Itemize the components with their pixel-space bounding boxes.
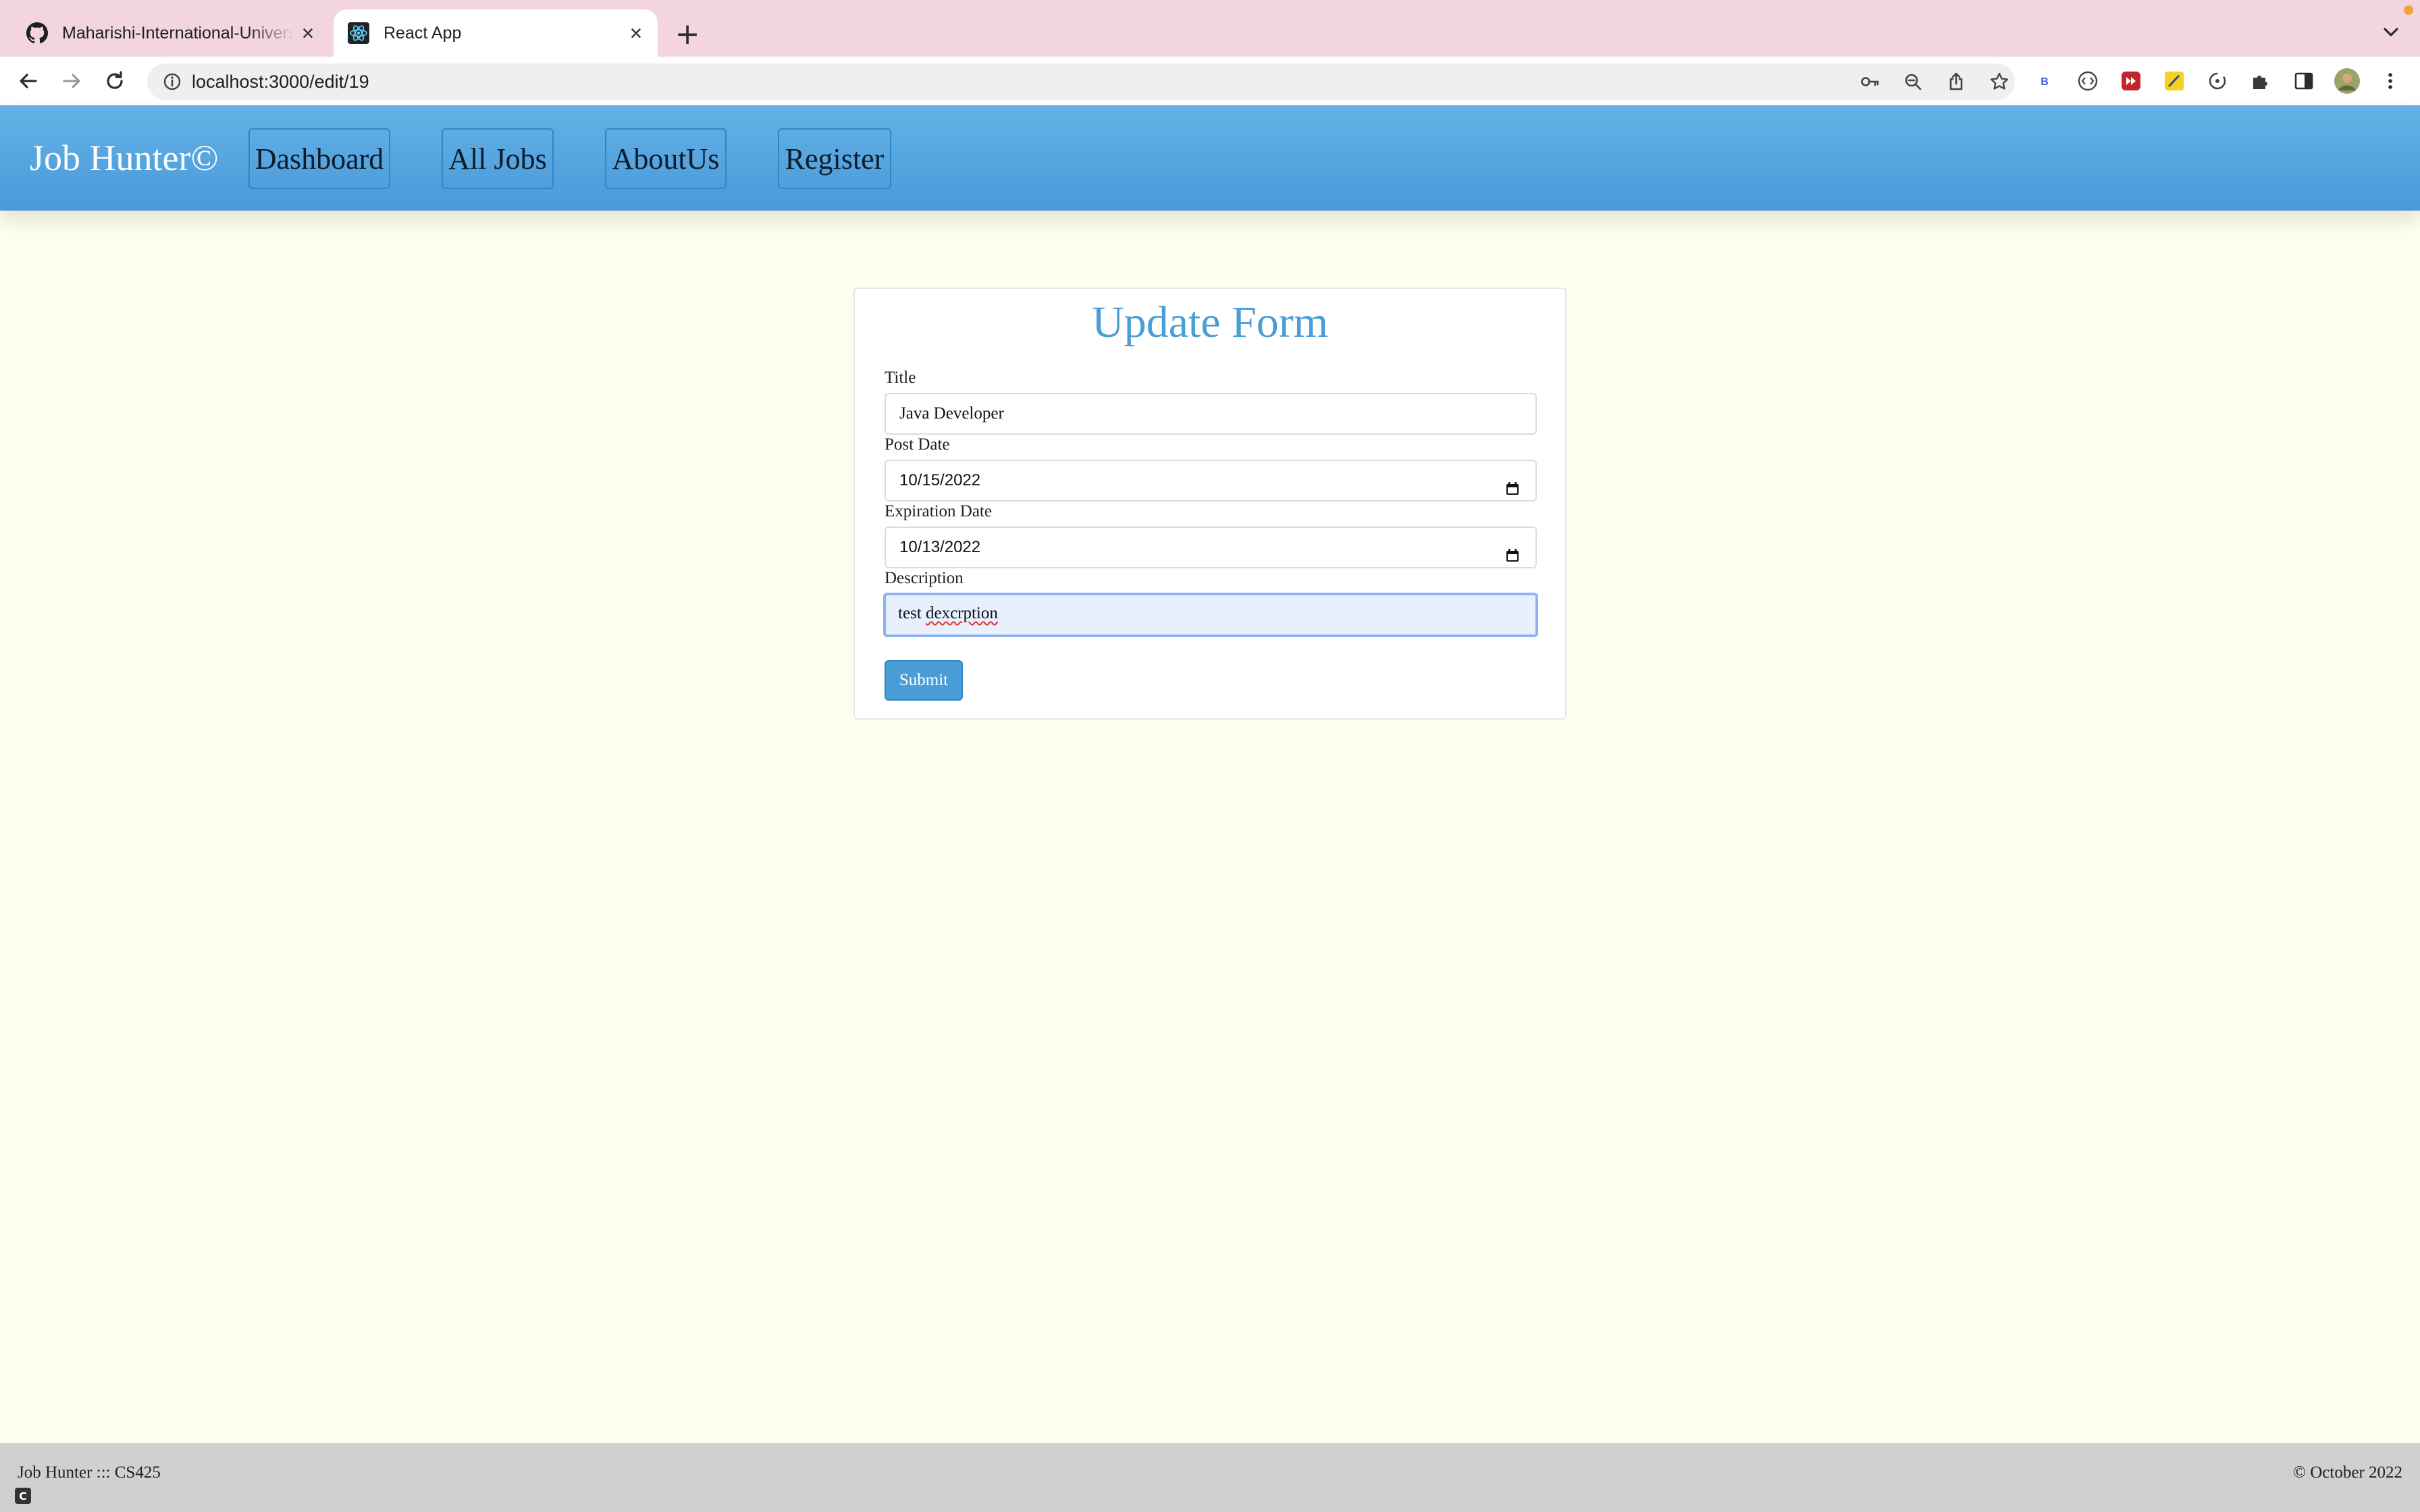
nav-register[interactable]: Register (778, 128, 891, 189)
note-icon[interactable] (2161, 68, 2188, 94)
sidepanel-icon[interactable] (2290, 68, 2317, 94)
github-icon (26, 22, 49, 45)
expiration-date-value: 10/13/2022 (899, 538, 981, 556)
page-footer: Job Hunter ::: CS425 © October 2022 C (0, 1443, 2420, 1512)
svg-text:B: B (2041, 76, 2049, 88)
reload-icon[interactable] (100, 66, 130, 96)
media-icon[interactable] (2118, 68, 2145, 94)
close-tab-icon[interactable]: × (623, 20, 650, 47)
share-icon[interactable] (1943, 69, 1969, 94)
sync-icon[interactable] (2204, 68, 2231, 94)
zoom-icon[interactable] (1900, 69, 1926, 94)
description-value: test dexcrption (898, 604, 998, 622)
puzzle-icon[interactable] (2247, 68, 2274, 94)
nav-all-jobs[interactable]: All Jobs (442, 128, 554, 189)
post-date-label: Post Date (885, 435, 950, 454)
profile-avatar[interactable] (2334, 68, 2361, 94)
post-date-value: 10/15/2022 (899, 471, 981, 489)
misspelled-word: dexcrption (925, 604, 998, 622)
tab-github[interactable]: Maharishi-International-University × (12, 9, 330, 57)
calendar-icon[interactable] (1504, 473, 1521, 495)
extension-badge-icon[interactable]: C (15, 1488, 31, 1504)
update-form-card: Update Form Title Java Developer Post Da… (853, 288, 1567, 720)
close-tab-icon[interactable]: × (294, 20, 321, 47)
react-icon (347, 22, 370, 45)
tab-react-app[interactable]: React App × (334, 9, 658, 57)
forward-icon[interactable] (57, 66, 86, 96)
brand-logo[interactable]: Job Hunter© (30, 105, 219, 211)
bitwarden-icon[interactable]: B (2031, 68, 2058, 94)
tab-title: React App (384, 23, 462, 43)
title-input[interactable]: Java Developer (885, 393, 1537, 435)
tab-search-chevron-icon[interactable] (2379, 20, 2402, 43)
update-indicator-icon (2404, 5, 2413, 15)
site-info-icon[interactable] (161, 70, 184, 93)
code-icon[interactable] (2074, 68, 2101, 94)
footer-left-text: Job Hunter ::: CS425 (18, 1463, 161, 1482)
nav-dashboard[interactable]: Dashboard (248, 128, 390, 189)
nav-about-us[interactable]: AboutUs (605, 128, 727, 189)
back-icon[interactable] (14, 66, 43, 96)
description-input[interactable]: test dexcrption (883, 593, 1538, 637)
calendar-icon[interactable] (1504, 539, 1521, 562)
title-value: Java Developer (899, 404, 1004, 423)
expiration-date-input[interactable]: 10/13/2022 (885, 526, 1537, 568)
app-navbar: Job Hunter© Dashboard All Jobs AboutUs R… (0, 105, 2420, 211)
title-label: Title (885, 369, 916, 387)
new-tab-icon[interactable]: + (673, 17, 702, 51)
address-url[interactable]: localhost:3000/edit/19 (192, 63, 369, 100)
more-menu-icon[interactable] (2377, 68, 2404, 94)
address-bar[interactable]: localhost:3000/edit/19 (147, 63, 2015, 100)
submit-button[interactable]: Submit (885, 660, 963, 701)
bookmark-star-icon[interactable] (1987, 69, 2012, 94)
post-date-input[interactable]: 10/15/2022 (885, 460, 1537, 502)
form-heading: Update Form (1091, 298, 1329, 347)
description-label: Description (885, 569, 964, 587)
browser-tab-strip: Maharishi-International-University × Rea… (0, 0, 2420, 57)
tab-title: Maharishi-International-University (62, 23, 294, 43)
key-icon[interactable] (1857, 69, 1883, 94)
footer-copyright: © October 2022 (2292, 1463, 2402, 1482)
expiration-date-label: Expiration Date (885, 502, 992, 520)
